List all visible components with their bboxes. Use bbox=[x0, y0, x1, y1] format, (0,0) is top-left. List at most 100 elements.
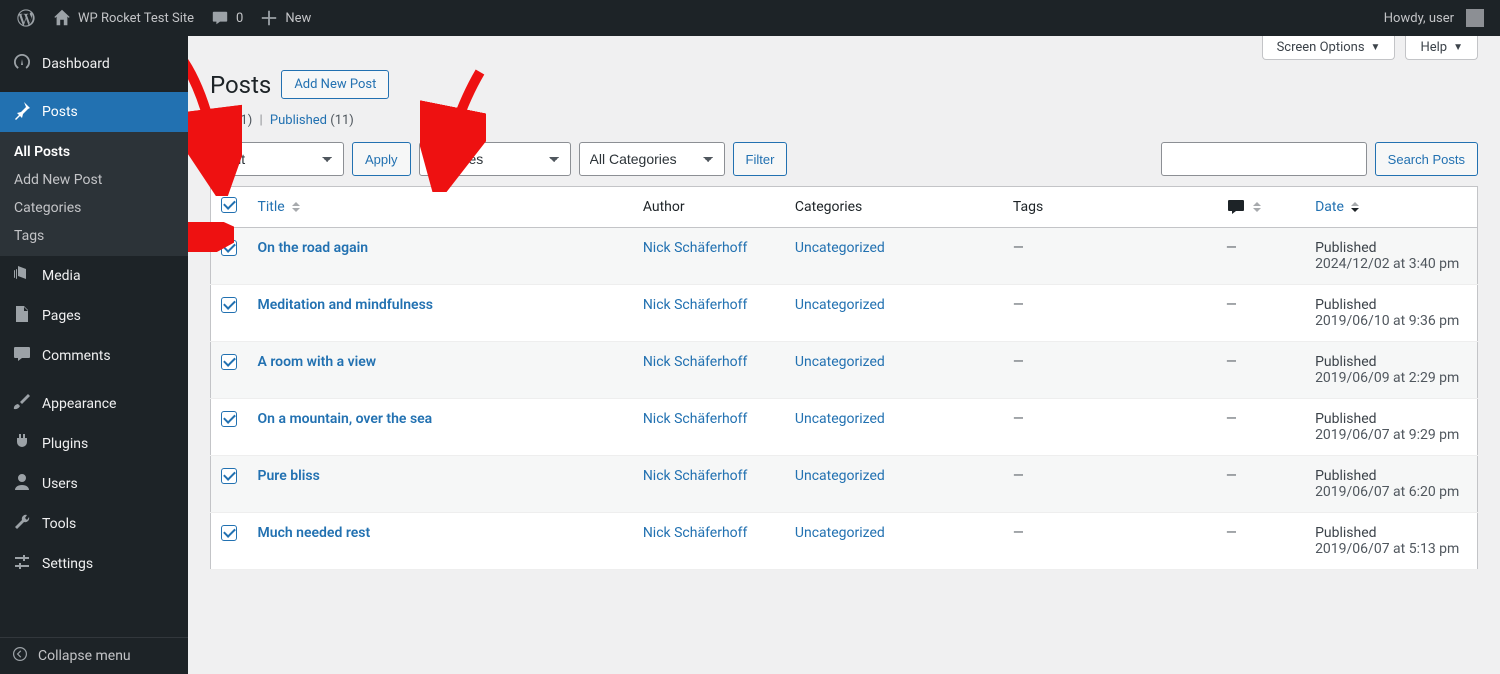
screen-options-toggle[interactable]: Screen Options ▼ bbox=[1262, 36, 1396, 60]
tags-cell: — bbox=[1003, 342, 1216, 399]
author-link[interactable]: Nick Schäferhoff bbox=[643, 354, 748, 370]
post-title-link[interactable]: Meditation and mindfulness bbox=[258, 297, 433, 313]
submenu-add-new-post[interactable]: Add New Post bbox=[0, 166, 188, 194]
date-filter-select[interactable]: All dates bbox=[419, 142, 571, 176]
wordpress-icon bbox=[16, 8, 36, 28]
search-input[interactable] bbox=[1161, 142, 1367, 176]
category-link[interactable]: Uncategorized bbox=[795, 525, 885, 541]
submenu-all-posts[interactable]: All Posts bbox=[0, 138, 188, 166]
home-icon bbox=[52, 8, 72, 28]
media-icon bbox=[12, 264, 32, 288]
user-icon bbox=[12, 472, 32, 496]
sort-icon bbox=[1351, 202, 1359, 212]
row-checkbox[interactable] bbox=[221, 468, 237, 484]
bulk-action-select[interactable]: Edit bbox=[210, 142, 344, 176]
my-account-link[interactable]: Howdy, user bbox=[1376, 0, 1492, 36]
screen-meta-links: Screen Options ▼ Help ▼ bbox=[1262, 36, 1478, 60]
screen-options-label: Screen Options bbox=[1277, 40, 1365, 55]
collapse-label: Collapse menu bbox=[38, 648, 131, 664]
new-content-link[interactable]: New bbox=[251, 0, 319, 36]
date-cell: Published2019/06/09 at 2:29 pm bbox=[1305, 342, 1477, 399]
col-title[interactable]: Title bbox=[248, 187, 633, 228]
filter-published[interactable]: Published (11) bbox=[270, 113, 354, 128]
post-title-link[interactable]: A room with a view bbox=[258, 354, 377, 370]
wp-logo[interactable] bbox=[8, 0, 44, 36]
sidebar-item-appearance[interactable]: Appearance bbox=[0, 384, 188, 424]
tags-cell: — bbox=[1003, 456, 1216, 513]
row-checkbox[interactable] bbox=[221, 354, 237, 370]
sidebar-item-label: Appearance bbox=[42, 396, 116, 412]
apply-button[interactable]: Apply bbox=[352, 142, 411, 176]
admin-bar: WP Rocket Test Site 0 New Howdy, user bbox=[0, 0, 1500, 36]
comments-cell: — bbox=[1216, 285, 1305, 342]
author-link[interactable]: Nick Schäferhoff bbox=[643, 411, 748, 427]
author-link[interactable]: Nick Schäferhoff bbox=[643, 525, 748, 541]
table-row: Meditation and mindfulness Nick Schäferho… bbox=[211, 285, 1478, 342]
tags-cell: — bbox=[1003, 399, 1216, 456]
comment-icon bbox=[12, 344, 32, 368]
col-tags: Tags bbox=[1003, 187, 1216, 228]
sort-icon bbox=[1253, 202, 1261, 212]
date-cell: Published2024/12/02 at 3:40 pm bbox=[1305, 228, 1477, 285]
comments-cell: — bbox=[1216, 513, 1305, 570]
howdy-text: Howdy, user bbox=[1384, 11, 1454, 26]
sidebar-item-label: Settings bbox=[42, 556, 93, 572]
category-link[interactable]: Uncategorized bbox=[795, 411, 885, 427]
comment-icon bbox=[1226, 197, 1246, 217]
row-checkbox[interactable] bbox=[221, 525, 237, 541]
sidebar-item-label: Plugins bbox=[42, 436, 88, 452]
sidebar-item-pages[interactable]: Pages bbox=[0, 296, 188, 336]
category-link[interactable]: Uncategorized bbox=[795, 297, 885, 313]
submenu-categories[interactable]: Categories bbox=[0, 194, 188, 222]
col-comments[interactable] bbox=[1216, 187, 1305, 228]
sidebar-item-label: Posts bbox=[42, 104, 78, 120]
row-checkbox[interactable] bbox=[221, 411, 237, 427]
submenu-tags[interactable]: Tags bbox=[0, 222, 188, 250]
sidebar-item-tools[interactable]: Tools bbox=[0, 504, 188, 544]
table-row: Much needed rest Nick Schäferhoff Uncatego… bbox=[211, 513, 1478, 570]
page-title: Posts bbox=[210, 71, 271, 99]
collapse-menu[interactable]: Collapse menu bbox=[0, 637, 188, 674]
sidebar-item-plugins[interactable]: Plugins bbox=[0, 424, 188, 464]
sidebar-item-label: Users bbox=[42, 476, 78, 492]
category-link[interactable]: Uncategorized bbox=[795, 354, 885, 370]
table-row: Pure bliss Nick Schäferhoff Uncategorized —… bbox=[211, 456, 1478, 513]
admin-menu: Dashboard Posts All Posts Add New Post C… bbox=[0, 36, 188, 674]
sidebar-item-dashboard[interactable]: Dashboard bbox=[0, 44, 188, 84]
add-new-post-button[interactable]: Add New Post bbox=[281, 70, 389, 99]
row-checkbox[interactable] bbox=[221, 240, 237, 256]
post-title-link[interactable]: Much needed rest bbox=[258, 525, 371, 541]
row-checkbox[interactable] bbox=[221, 297, 237, 313]
search-box: Search Posts bbox=[1161, 142, 1478, 176]
category-link[interactable]: Uncategorized bbox=[795, 240, 885, 256]
table-row: On the road again Nick Schäferhoff Uncateg… bbox=[211, 228, 1478, 285]
sidebar-item-media[interactable]: Media bbox=[0, 256, 188, 296]
sidebar-item-users[interactable]: Users bbox=[0, 464, 188, 504]
site-name-link[interactable]: WP Rocket Test Site bbox=[44, 0, 202, 36]
post-title-link[interactable]: On the road again bbox=[258, 240, 369, 256]
post-title-link[interactable]: On a mountain, over the sea bbox=[258, 411, 433, 427]
sidebar-item-label: Tools bbox=[42, 516, 76, 532]
sidebar-item-label: Comments bbox=[42, 348, 111, 364]
author-link[interactable]: Nick Schäferhoff bbox=[643, 468, 748, 484]
filter-all[interactable]: All (11) bbox=[210, 113, 256, 128]
post-title-link[interactable]: Pure bliss bbox=[258, 468, 320, 484]
category-link[interactable]: Uncategorized bbox=[795, 468, 885, 484]
select-all-checkbox[interactable] bbox=[221, 197, 237, 213]
date-cell: Published2019/06/10 at 9:36 pm bbox=[1305, 285, 1477, 342]
author-link[interactable]: Nick Schäferhoff bbox=[643, 240, 748, 256]
col-date[interactable]: Date bbox=[1305, 187, 1477, 228]
tags-cell: — bbox=[1003, 285, 1216, 342]
comments-link[interactable]: 0 bbox=[202, 0, 251, 36]
sidebar-item-comments[interactable]: Comments bbox=[0, 336, 188, 376]
page-icon bbox=[12, 304, 32, 328]
help-toggle[interactable]: Help ▼ bbox=[1405, 36, 1478, 60]
comment-icon bbox=[210, 8, 230, 28]
author-link[interactable]: Nick Schäferhoff bbox=[643, 297, 748, 313]
sidebar-item-settings[interactable]: Settings bbox=[0, 544, 188, 584]
search-posts-button[interactable]: Search Posts bbox=[1375, 142, 1478, 176]
plus-icon bbox=[259, 8, 279, 28]
sidebar-item-posts[interactable]: Posts bbox=[0, 92, 188, 132]
filter-button[interactable]: Filter bbox=[733, 142, 788, 176]
category-filter-select[interactable]: All Categories bbox=[579, 142, 725, 176]
